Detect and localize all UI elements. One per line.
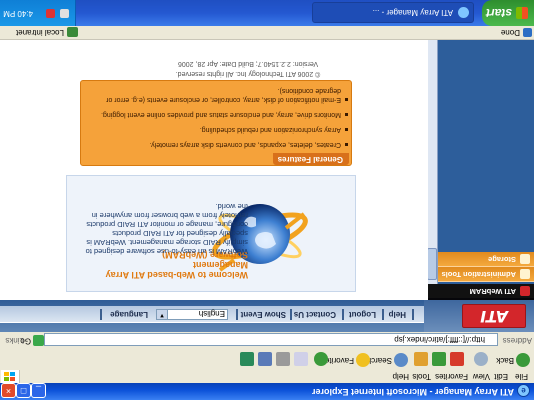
mail-icon[interactable] bbox=[294, 352, 308, 366]
welcome-title-line: Welcome to Web-based ATI Array Managemen… bbox=[105, 260, 248, 280]
welcome-text-line: specially designed for ATI RAID products bbox=[112, 229, 248, 238]
welcome-text-line: the world. bbox=[215, 202, 248, 211]
feature-item: Array synchronization and rebuild schedu… bbox=[85, 125, 348, 134]
address-input[interactable]: http://[::ffff:]/atirc/index.jsp bbox=[44, 333, 498, 346]
nav-separator bbox=[236, 309, 238, 320]
sidebar-item-label: ATI WebRAM bbox=[469, 287, 516, 296]
menu-favorites[interactable]: Favorites bbox=[435, 372, 468, 381]
menu-tools[interactable]: Tools bbox=[412, 372, 431, 381]
feature-item: Monitors drive, array, and enclosure sta… bbox=[85, 110, 348, 119]
go-arrow-icon bbox=[33, 335, 44, 346]
search-button[interactable]: Search bbox=[367, 351, 408, 367]
taskbar-item-ie[interactable]: ATI Array Manager - ... bbox=[312, 2, 474, 23]
language-value: English bbox=[198, 309, 225, 318]
nav-show-event[interactable]: Show Event bbox=[241, 310, 286, 319]
messenger-icon[interactable] bbox=[240, 352, 254, 366]
copyright-text: © 2006 ATI Technology Inc. All rights re… bbox=[175, 70, 321, 77]
ati-icon bbox=[520, 286, 530, 296]
menu-file[interactable]: File bbox=[515, 372, 528, 381]
sidebar-item-storage[interactable]: Storage bbox=[428, 252, 534, 267]
menu-bar: File Edit View Favorites Tools Help bbox=[0, 369, 534, 383]
welcome-text-line: simplify RAID storage management. WebRAM… bbox=[86, 238, 248, 247]
security-zone-text: Local intranet bbox=[15, 28, 64, 37]
maximize-button[interactable]: □ bbox=[16, 383, 31, 398]
storage-icon bbox=[520, 254, 530, 264]
screen: e ATI Array Manager - Microsoft Internet… bbox=[0, 0, 534, 400]
stop-icon[interactable] bbox=[450, 352, 464, 366]
title-bar[interactable]: e ATI Array Manager - Microsoft Internet… bbox=[0, 383, 534, 400]
print-icon[interactable] bbox=[276, 352, 290, 366]
favorites-button[interactable]: Favorites bbox=[321, 351, 370, 367]
nav-separator bbox=[100, 309, 102, 320]
nav-separator bbox=[412, 309, 414, 320]
language-label: Language bbox=[110, 310, 148, 319]
nav-strip: Help Logout Contact Us Show Event Englis… bbox=[0, 306, 424, 323]
menu-view[interactable]: View bbox=[473, 372, 490, 381]
sidebar-item-label: Storage bbox=[488, 255, 516, 264]
minimize-button[interactable]: _ bbox=[31, 383, 46, 398]
app-header: ATI Help Logout Contact Us Show Event En… bbox=[0, 300, 534, 332]
taskbar: start ATI Array Manager - ... 4:40 PM bbox=[0, 0, 534, 26]
sidebar: ATI WebRAM Administration Tools Storage bbox=[427, 40, 534, 300]
clock: 4:40 PM bbox=[3, 9, 33, 18]
welcome-text-line: WebRAM is an easy-to-use software design… bbox=[85, 247, 248, 256]
sidebar-item-label: Administration Tools bbox=[441, 270, 516, 279]
favorites-star-icon bbox=[356, 353, 370, 367]
nav-separator bbox=[382, 309, 384, 320]
window-title: ATI Array Manager - Microsoft Internet E… bbox=[311, 387, 514, 397]
status-text: Done bbox=[500, 28, 520, 37]
feature-item: E-mail notification of disk, array, cont… bbox=[85, 86, 348, 104]
welcome-text-line: remotely from a web browser from anywher… bbox=[91, 211, 248, 220]
features-title: General Features bbox=[273, 153, 349, 165]
ati-logo: ATI bbox=[462, 304, 526, 328]
home-icon[interactable] bbox=[414, 352, 428, 366]
scrollbar-thumb[interactable] bbox=[427, 248, 437, 280]
history-icon[interactable] bbox=[314, 352, 328, 366]
menu-help[interactable]: Help bbox=[393, 372, 409, 381]
page-done-icon bbox=[523, 28, 532, 37]
logo-area: ATI bbox=[424, 300, 534, 332]
chevron-down-icon: ▼ bbox=[157, 310, 168, 319]
internet-explorer-icon bbox=[458, 7, 469, 18]
address-label: Address bbox=[502, 336, 532, 345]
windows-flag-icon bbox=[516, 7, 528, 19]
links-button[interactable]: Links bbox=[5, 336, 24, 345]
welcome-text-line: configure, manage or monitor ATI RAID pr… bbox=[86, 220, 248, 229]
feature-item: Creates, deletes, expands, and converts … bbox=[85, 140, 348, 149]
edit-icon[interactable] bbox=[258, 352, 272, 366]
tools-icon bbox=[520, 269, 530, 279]
forward-icon[interactable] bbox=[474, 352, 488, 366]
back-button[interactable]: Back bbox=[496, 351, 530, 367]
nav-contact-us[interactable]: Contact Us bbox=[294, 310, 336, 319]
search-icon bbox=[394, 353, 408, 367]
intranet-zone-icon bbox=[67, 27, 78, 37]
main-panel: Welcome to Web-based ATI Array Managemen… bbox=[0, 40, 428, 300]
sidebar-item-administration-tools[interactable]: Administration Tools bbox=[428, 267, 534, 282]
menu-edit[interactable]: Edit bbox=[494, 372, 508, 381]
refresh-icon[interactable] bbox=[432, 352, 446, 366]
windows-logo-icon bbox=[1, 370, 20, 383]
internet-explorer-icon: e bbox=[517, 384, 530, 397]
close-button[interactable]: × bbox=[1, 383, 16, 398]
system-tray: 4:40 PM bbox=[0, 0, 76, 26]
back-icon bbox=[516, 353, 530, 367]
version-text: Version: 2.2.1540.7; Build Date: Apr 28,… bbox=[177, 60, 319, 67]
nav-logout[interactable]: Logout bbox=[349, 310, 376, 319]
language-select[interactable]: English ▼ bbox=[156, 309, 228, 320]
ati-tray-icon[interactable] bbox=[46, 9, 55, 18]
network-icon[interactable] bbox=[60, 9, 69, 18]
status-bar: Done Local intranet bbox=[0, 25, 534, 40]
nav-separator bbox=[342, 309, 344, 320]
start-button[interactable]: start bbox=[482, 0, 534, 26]
nav-separator bbox=[290, 309, 292, 320]
features-box: General Features Creates, deletes, expan… bbox=[80, 80, 352, 166]
nav-help[interactable]: Help bbox=[389, 310, 406, 319]
toolbar: Back Search Favorites bbox=[0, 347, 534, 370]
address-bar: Address http://[::ffff:]/atirc/index.jsp… bbox=[0, 331, 534, 348]
sidebar-item-ati-webram[interactable]: ATI WebRAM bbox=[428, 284, 534, 298]
